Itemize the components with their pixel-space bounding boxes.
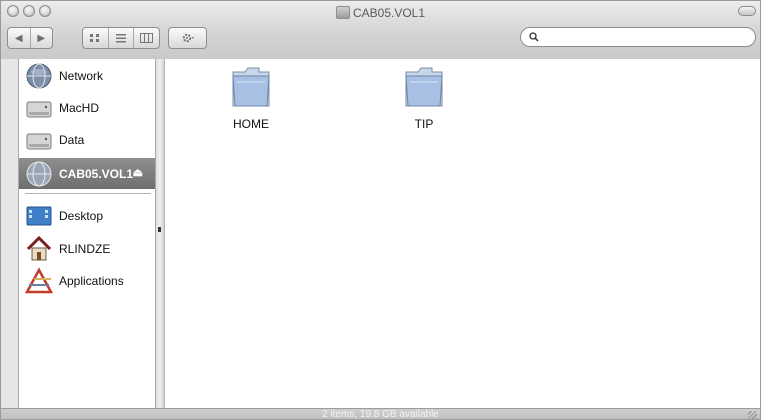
search-input[interactable]: [539, 29, 755, 45]
sidebar-item-data[interactable]: Data: [19, 125, 155, 155]
back-button[interactable]: ◀: [8, 28, 31, 48]
status-bar: 2 items, 19.8 GB available: [1, 408, 760, 420]
network-globe-icon: [26, 63, 52, 89]
sidebar-item-label: Desktop: [59, 209, 104, 223]
sidebar-item-cab05-vol1[interactable]: CAB05.VOL1 ⏏: [19, 158, 155, 189]
list-view-icon: [116, 34, 126, 43]
forward-arrow-icon: ▶: [37, 32, 46, 44]
sidebar-item-label: Network: [59, 69, 104, 83]
file-browser-area: HOME TIP: [164, 59, 760, 408]
search-field[interactable]: [520, 27, 756, 47]
sidebar-margin: [1, 59, 18, 408]
sidebar-item-label: RLINDZE: [59, 242, 111, 256]
home-icon: [26, 235, 52, 261]
eject-icon[interactable]: ⏏: [133, 166, 143, 179]
sidebar-item-network[interactable]: Network: [19, 61, 155, 91]
list-view-button[interactable]: [109, 28, 135, 48]
column-view-icon: [140, 33, 154, 43]
back-arrow-icon: ◀: [14, 32, 23, 44]
splitter-handle-icon: [158, 227, 161, 232]
folder-icon: [405, 67, 443, 107]
sidebar-item-applications[interactable]: Applications: [19, 266, 155, 296]
window-title-area: CAB05.VOL1: [1, 6, 760, 20]
gear-icon: [182, 33, 194, 43]
folder-label: TIP: [414, 117, 434, 131]
hard-drive-icon: [26, 101, 52, 118]
sidebar-item-label: Data: [59, 133, 85, 147]
folder-item[interactable]: HOME: [206, 64, 296, 131]
applications-icon: [25, 267, 53, 294]
sidebar-item-machd[interactable]: MacHD: [19, 93, 155, 123]
resize-grip-icon[interactable]: [748, 411, 757, 419]
action-menu-button[interactable]: [168, 27, 207, 49]
sidebar-item-label: Applications: [59, 274, 124, 288]
sidebar-divider: [25, 193, 151, 194]
icon-view-button[interactable]: [83, 28, 109, 48]
search-icon: [529, 32, 539, 42]
title-bar[interactable]: CAB05.VOL1 ◀ ▶: [1, 1, 760, 60]
desktop-icon: [26, 206, 52, 226]
hard-drive-icon: [26, 133, 52, 150]
sidebar: Network MacHD Data CAB05.VOL1 ⏏ Desktop …: [18, 59, 156, 408]
sidebar-item-desktop[interactable]: Desktop: [19, 201, 155, 231]
column-view-button[interactable]: [134, 28, 159, 48]
folder-icon: [232, 67, 270, 107]
volume-icon: [335, 6, 350, 19]
sidebar-item-rlindze[interactable]: RLINDZE: [19, 234, 155, 264]
window-title: CAB05.VOL1: [352, 6, 426, 20]
forward-button[interactable]: ▶: [31, 28, 53, 48]
folder-label: HOME: [233, 117, 269, 131]
network-volume-icon: [26, 161, 52, 186]
sidebar-splitter[interactable]: [156, 59, 164, 408]
toolbar-toggle-button[interactable]: [738, 6, 756, 16]
folder-item[interactable]: TIP: [379, 64, 469, 131]
finder-window: CAB05.VOL1 ◀ ▶ Network MacHD Data CAB05.…: [0, 0, 761, 420]
view-switcher: [82, 27, 160, 49]
sidebar-item-label: CAB05.VOL1: [59, 166, 134, 181]
nav-buttons: ◀ ▶: [7, 27, 53, 49]
icon-view-icon: [90, 34, 100, 42]
action-cell: [169, 28, 206, 48]
status-text: 2 items, 19.8 GB available: [322, 409, 439, 420]
sidebar-item-label: MacHD: [59, 101, 100, 115]
